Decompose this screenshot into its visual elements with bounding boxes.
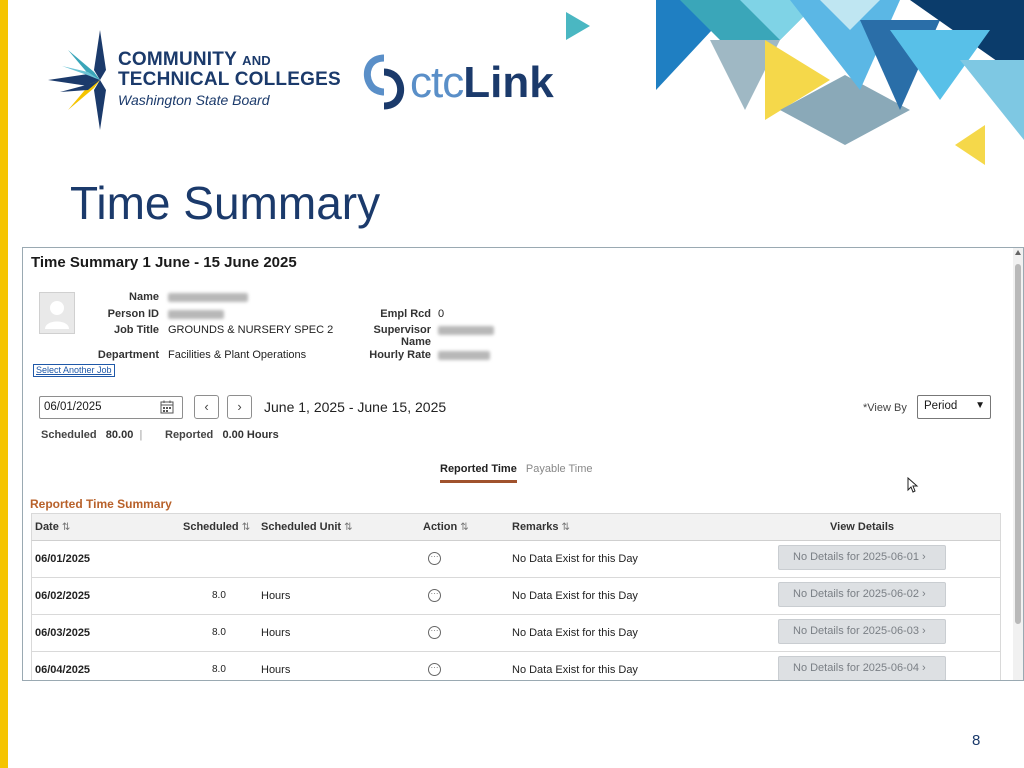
- person-id-label: Person ID: [107, 308, 159, 320]
- ctclink-swirl-icon: [363, 54, 405, 110]
- reported-value: 0.00 Hours: [222, 429, 279, 441]
- row-unit: Hours: [261, 627, 291, 639]
- view-details-button[interactable]: No Details for 2025-06-03 ›: [778, 619, 946, 644]
- row-date: 06/04/2025: [35, 664, 91, 676]
- name-value-redacted: [168, 293, 248, 302]
- empl-rcd-value: 0: [438, 308, 445, 320]
- select-another-job-link[interactable]: Select Another Job: [33, 364, 115, 377]
- tab-payable-time[interactable]: Payable Time: [526, 463, 593, 475]
- col-action-header[interactable]: Action ⇅: [423, 521, 469, 533]
- empl-rcd-label: Empl Rcd: [380, 308, 431, 320]
- scheduled-value: 80.00: [105, 429, 134, 441]
- time-summary-panel: Time Summary 1 June - 15 June 2025 Name …: [22, 247, 1024, 681]
- time-tabs: Reported Time Payable Time: [440, 463, 593, 483]
- job-title-label: Job Title: [113, 324, 159, 336]
- more-actions-icon[interactable]: ···: [428, 663, 441, 676]
- view-details-button[interactable]: No Details for 2025-06-02 ›: [778, 582, 946, 607]
- row-date: 06/03/2025: [35, 627, 91, 639]
- person-placeholder-icon: [45, 301, 69, 329]
- row-date: 06/02/2025: [35, 590, 91, 602]
- time-summary-title: Time Summary 1 June - 15 June 2025: [31, 254, 297, 271]
- mouse-cursor-icon: [907, 477, 919, 493]
- sort-icon: ⇅: [344, 522, 353, 533]
- vertical-scrollbar[interactable]: [1013, 248, 1023, 680]
- reported-time-grid: Date ⇅ Scheduled ⇅ Scheduled Unit ⇅ Acti…: [31, 513, 1001, 680]
- row-scheduled: 8.0: [212, 664, 226, 675]
- table-row: 06/01/2025 ··· No Data Exist for this Da…: [31, 541, 1001, 578]
- row-remarks: No Data Exist for this Day: [512, 553, 638, 565]
- supervisor-name-value-redacted: [438, 326, 494, 335]
- slide-title: Time Summary: [70, 177, 381, 229]
- row-date: 06/01/2025: [35, 553, 91, 565]
- sort-icon: ⇅: [241, 522, 251, 533]
- next-period-button[interactable]: ›: [227, 395, 252, 419]
- previous-period-button[interactable]: ‹: [194, 395, 219, 419]
- chevron-left-icon: ‹: [204, 399, 209, 414]
- person-id-value-redacted: [168, 310, 224, 319]
- table-row: 06/02/2025 8.0 Hours ··· No Data Exist f…: [31, 578, 1001, 615]
- ctclink-logo-text: ctcLink: [410, 58, 554, 107]
- left-accent-bar: [0, 0, 8, 768]
- row-unit: Hours: [261, 590, 291, 602]
- sort-icon: ⇅: [460, 522, 469, 533]
- avatar: [39, 292, 75, 334]
- table-row: 06/04/2025 8.0 Hours ··· No Data Exist f…: [31, 652, 1001, 680]
- scheduled-total: Scheduled 80.00 |: [41, 429, 142, 441]
- row-remarks: No Data Exist for this Day: [512, 627, 638, 639]
- job-title-value: GROUNDS & NURSERY SPEC 2: [168, 324, 334, 336]
- chevron-right-icon: ›: [237, 399, 242, 414]
- section-title: Reported Time Summary: [30, 497, 172, 511]
- chevron-down-icon: ▼: [975, 400, 985, 411]
- view-by-select[interactable]: Period ▼: [917, 395, 991, 419]
- tab-reported-time[interactable]: Reported Time: [440, 463, 517, 483]
- supervisor-name-label: Supervisor Name: [373, 324, 431, 348]
- decorative-triangles: [566, 0, 1024, 165]
- department-label: Department: [97, 349, 159, 361]
- row-scheduled: 8.0: [212, 590, 226, 601]
- row-unit: Hours: [261, 664, 291, 676]
- row-remarks: No Data Exist for this Day: [512, 590, 638, 602]
- col-scheduled-unit-header[interactable]: Scheduled Unit ⇅: [261, 521, 353, 533]
- col-view-details-header: View Details: [830, 521, 894, 533]
- reported-total: Reported 0.00 Hours: [165, 429, 279, 441]
- scrollbar-thumb[interactable]: [1015, 264, 1021, 624]
- hourly-rate-label: Hourly Rate: [369, 349, 431, 361]
- more-actions-icon[interactable]: ···: [428, 589, 441, 602]
- reported-label: Reported: [165, 429, 214, 441]
- more-actions-icon[interactable]: ···: [428, 552, 441, 565]
- col-remarks-header[interactable]: Remarks ⇅: [512, 521, 570, 533]
- grid-header-row: Date ⇅ Scheduled ⇅ Scheduled Unit ⇅ Acti…: [31, 513, 1001, 541]
- calendar-icon[interactable]: [160, 400, 174, 414]
- sort-icon: ⇅: [561, 522, 570, 533]
- row-scheduled: 8.0: [212, 627, 226, 638]
- scroll-up-icon[interactable]: [1015, 250, 1021, 255]
- ctc-logo-text: COMMUNITY AND TECHNICAL COLLEGES Washing…: [118, 49, 341, 108]
- sort-icon: ⇅: [61, 522, 71, 533]
- department-value: Facilities & Plant Operations: [168, 349, 307, 361]
- view-details-button[interactable]: No Details for 2025-06-01 ›: [778, 545, 946, 570]
- name-label: Name: [129, 291, 159, 303]
- more-actions-icon[interactable]: ···: [428, 626, 441, 639]
- divider: |: [136, 429, 143, 441]
- col-date-header[interactable]: Date ⇅: [35, 521, 70, 533]
- hourly-rate-value-redacted: [438, 351, 490, 360]
- date-range-text: June 1, 2025 - June 15, 2025: [264, 399, 447, 415]
- table-row: 06/03/2025 8.0 Hours ··· No Data Exist f…: [31, 615, 1001, 652]
- view-by-label: *View By: [863, 402, 907, 414]
- slide-page-number: 8: [972, 732, 981, 749]
- row-remarks: No Data Exist for this Day: [512, 664, 638, 676]
- scheduled-label: Scheduled: [41, 429, 97, 441]
- view-details-button[interactable]: No Details for 2025-06-04 ›: [778, 656, 946, 680]
- view-by-value: Period: [924, 400, 958, 412]
- col-scheduled-header[interactable]: Scheduled ⇅: [183, 521, 250, 533]
